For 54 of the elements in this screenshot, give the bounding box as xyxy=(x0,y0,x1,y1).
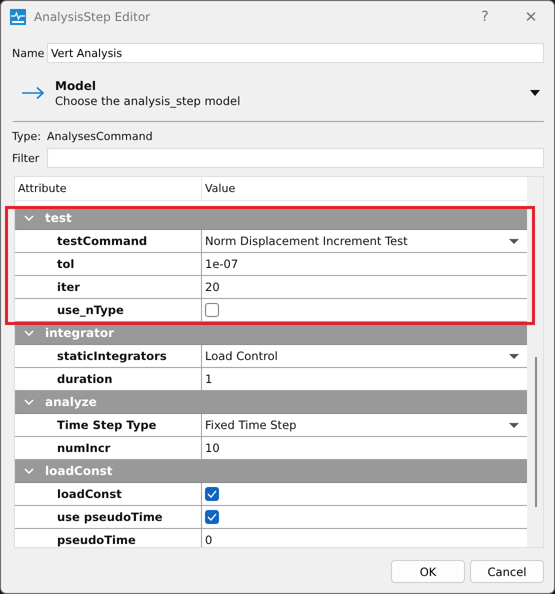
group-name: loadConst xyxy=(45,464,113,478)
chevron-icon xyxy=(24,399,34,405)
dialog-button[interactable]: OK xyxy=(391,560,465,583)
attribute-name: pseudoTime xyxy=(15,529,202,547)
attribute-name: iter xyxy=(15,276,202,298)
close-button[interactable]: ✕ xyxy=(521,8,541,26)
name-field[interactable]: Vert Analysis xyxy=(47,43,544,63)
model-title: Model xyxy=(55,78,98,92)
checkbox[interactable] xyxy=(205,510,219,524)
filter-label: Filter xyxy=(12,152,40,164)
value-cell[interactable]: 1e-07 xyxy=(202,253,527,275)
value-dropdown[interactable]: Load Control xyxy=(202,345,527,367)
dropdown-caret-icon xyxy=(509,354,519,358)
app-icon xyxy=(10,8,26,24)
model-description: Choose the analysis_step model xyxy=(55,94,242,108)
help-button[interactable]: ? xyxy=(475,8,495,24)
attribute-name: staticIntegrators xyxy=(15,345,202,367)
dropdown-value: Norm Displacement Increment Test xyxy=(205,234,408,248)
arrow-icon xyxy=(21,86,45,100)
column-header[interactable]: Value xyxy=(202,177,527,200)
value-cell[interactable]: 1 xyxy=(202,368,527,390)
window-title: AnalysisStep Editor xyxy=(34,10,152,24)
dropdown-caret-icon xyxy=(509,238,519,244)
name-label: Name xyxy=(12,46,46,60)
attribute-name: use pseudoTime xyxy=(15,506,202,528)
value-cell[interactable]: 20 xyxy=(202,276,527,298)
chevron-icon xyxy=(24,215,34,221)
attribute-name: numIncr xyxy=(15,437,202,459)
group-name: test xyxy=(45,211,72,225)
checkbox[interactable] xyxy=(205,303,219,317)
value-dropdown[interactable]: Fixed Time Step xyxy=(202,414,527,436)
scrollbar[interactable] xyxy=(527,177,543,547)
type-label: Type: xyxy=(12,130,42,143)
chevron-icon xyxy=(24,330,34,336)
group-name: analyze xyxy=(45,395,97,409)
filter-field[interactable] xyxy=(47,148,544,168)
value-cell[interactable]: 0 xyxy=(202,529,527,547)
dropdown-value: Load Control xyxy=(205,349,278,363)
dialog-button[interactable]: Cancel xyxy=(470,560,544,583)
column-header[interactable]: Attribute xyxy=(15,177,202,200)
value-cell[interactable]: 10 xyxy=(202,437,527,459)
attribute-name: loadConst xyxy=(15,483,202,505)
group-name: integrator xyxy=(45,326,114,340)
type-value: AnalysesCommand xyxy=(47,130,153,143)
attribute-name: testCommand xyxy=(15,230,202,252)
attribute-name: duration xyxy=(15,368,202,390)
checkbox[interactable] xyxy=(205,487,219,501)
attribute-name: Time Step Type xyxy=(15,414,202,436)
dropdown-caret-icon xyxy=(509,422,519,428)
attribute-name: tol xyxy=(15,253,202,275)
chevron-icon xyxy=(24,468,34,474)
attribute-name: use_nType xyxy=(15,299,202,321)
value-dropdown[interactable]: Norm Displacement Increment Test xyxy=(202,230,527,252)
dropdown-value: Fixed Time Step xyxy=(205,418,296,432)
